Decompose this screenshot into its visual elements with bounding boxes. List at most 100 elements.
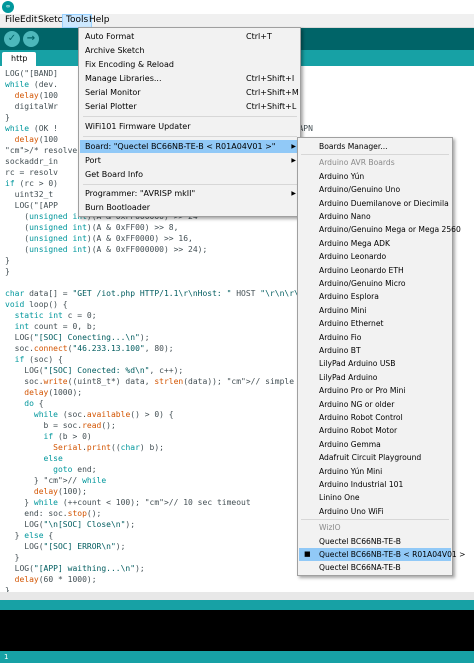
menu-item-label: Burn Bootloader [85,203,151,212]
tools-programmer[interactable]: Programmer: "AVRISP mkII" ▶ [80,187,299,200]
board-item-label: Arduino/Genuino Mega or Mega 2560 [319,225,461,235]
menu-item-label: Serial Plotter [85,102,137,111]
board-item-label: Arduino BT [319,346,361,355]
board-item[interactable]: Arduino Robot Control [299,411,451,424]
code-line: "cm">/* resolve [5,146,78,155]
board-item[interactable]: Boards Manager... [299,140,451,153]
board-item[interactable]: LilyPad Arduino USB [299,357,451,370]
menu-item-label: WiFi101 Firmware Updater [85,122,191,131]
board-item[interactable]: Arduino Uno WiFi [299,505,451,518]
board-item-label: LilyPad Arduino USB [319,359,396,369]
board-item[interactable]: LilyPad Arduino [299,371,451,384]
board-group-header: WizIO [299,521,451,534]
board-item[interactable]: Arduino Ethernet [299,317,451,330]
code-line: } [5,267,10,276]
code-line: sockaddr_in [5,157,58,166]
code-line: delay(100 [14,91,58,100]
tools-serial-plotter[interactable]: Serial Plotter Ctrl+Shift+L [80,100,299,113]
tools-serial-monitor[interactable]: Serial Monitor Ctrl+Shift+M [80,86,299,99]
board-item[interactable]: Arduino NG or older [299,398,451,411]
board-item[interactable]: ■ Quectel BC66NB-TE-B < R01A04V01 > [299,548,466,561]
board-item[interactable]: Quectel BC66NA-TE-B [299,561,451,574]
menu-separator [301,154,449,156]
status-bar [0,600,474,610]
board-item[interactable]: Adafruit Circuit Playground [299,451,451,464]
board-item-label: Arduino Fio [319,332,362,342]
tools-wifi101-updater[interactable]: WiFi101 Firmware Updater [80,120,299,133]
tools-archive-sketch[interactable]: Archive Sketch [80,44,299,57]
menu-help[interactable]: Help [86,14,113,28]
board-item[interactable]: Arduino Leonardo ETH [299,264,451,277]
board-item[interactable]: Arduino Robot Motor [299,424,451,437]
code-line: int count = 0, b; [14,322,97,331]
board-item-label: Arduino Mega ADK [319,238,390,248]
menu-item-label: Manage Libraries... [85,74,162,83]
submenu-arrow-icon: ▶ [291,190,296,197]
menu-item-label: Serial Monitor [85,88,141,97]
board-item[interactable]: Arduino Nano [299,210,451,223]
code-line: do { [24,399,44,408]
menu-item-label: Programmer: "AVRISP mkII" [85,189,196,198]
tab-http[interactable]: http [2,52,37,66]
code-line: LOG("[SOC] Conecting...\n"); [5,333,150,342]
board-item[interactable]: Arduino Fio [299,331,451,344]
code-line: soc.connect("46.233.13.100", 80); [5,344,174,353]
board-item[interactable]: Arduino Yún Mini [299,465,451,478]
board-item[interactable]: Arduino Esplora [299,290,451,303]
board-item-label: Arduino Yún [319,171,365,181]
menu-bar: File Edit Sketch Tools Help [0,14,474,28]
menu-item-label: Board: "Quectel BC66NB-TE-B < R01A04V01 … [85,142,276,151]
board-item[interactable]: Arduino Industrial 101 [299,478,451,491]
board-item[interactable]: Linino One [299,491,451,504]
board-item[interactable]: Quectel BC66NB-TE-B [299,535,451,548]
board-item-label: Arduino Uno WiFi [319,506,384,516]
tools-board[interactable]: Board: "Quectel BC66NB-TE-B < R01A04V01 … [80,140,299,153]
tools-auto-format[interactable]: Auto Format Ctrl+T [80,30,299,43]
board-item[interactable]: Arduino Leonardo [299,250,451,263]
code-line: } [5,586,10,592]
board-item-label: Arduino Robot Control [319,413,403,422]
code-line: (unsigned int)(A & 0xFF000000) >> 24); [5,245,208,254]
board-item-label: Arduino Duemilanove or Diecimila [319,198,449,208]
board-item[interactable]: Arduino Pro or Pro Mini [299,384,451,397]
board-item[interactable]: Arduino Gemma [299,438,451,451]
board-item-label: WizIO [319,523,341,533]
tools-port[interactable]: Port ▶ [80,154,299,167]
code-line: void loop() { [5,300,68,309]
board-item-label: Arduino Esplora [319,292,379,302]
title-bar: ∞ [0,0,474,14]
tools-get-board-info[interactable]: Get Board Info [80,168,299,181]
menu-item-label: Fix Encoding & Reload [85,60,174,69]
board-item-label: Arduino AVR Boards [319,158,395,168]
horizontal-scrollbar[interactable] [0,592,474,600]
code-line: } [5,256,10,265]
board-item[interactable]: Arduino/Genuino Mega or Mega 2560 [299,223,461,236]
tools-burn-bootloader[interactable]: Burn Bootloader [80,201,299,214]
board-item-label: Arduino Pro or Pro Mini [319,386,406,396]
console-output [0,610,474,651]
tools-manage-libraries[interactable]: Manage Libraries... Ctrl+Shift+I [80,72,299,85]
boards-submenu: Boards Manager... Arduino AVR Boards Ardui… [297,137,466,576]
upload-button[interactable]: → [23,31,39,47]
arduino-icon: ∞ [2,1,14,13]
code-line: static int c = 0; [14,311,97,320]
code-line: if (b > 0) [43,432,92,441]
board-item[interactable]: Arduino BT [299,344,451,357]
menu-item-shortcut: Ctrl+T [246,32,272,41]
verify-button[interactable]: ✓ [4,31,20,47]
board-item[interactable]: Arduino Yún [299,170,451,183]
board-item[interactable]: Arduino/Genuino Micro [299,277,451,290]
tools-menu: Auto Format Ctrl+T Archive Sketch Fix En… [78,27,301,217]
board-item-label: Adafruit Circuit Playground [319,453,422,463]
board-item[interactable]: Arduino Mega ADK [299,237,451,250]
menu-item-label: Auto Format [85,32,135,41]
board-item[interactable]: Arduino/Genuino Uno [299,183,451,196]
tools-fix-encoding[interactable]: Fix Encoding & Reload [80,58,299,71]
board-item[interactable]: Arduino Duemilanove or Diecimila [299,197,451,210]
code-line: goto end; [53,465,97,474]
code-line: if (soc) { [14,355,63,364]
submenu-arrow-icon: ▶ [291,143,296,150]
code-line: (unsigned int)(A & 0xFF0000) >> 16, [5,234,193,243]
board-item[interactable]: Arduino Mini [299,304,451,317]
code-line: } [5,113,10,122]
